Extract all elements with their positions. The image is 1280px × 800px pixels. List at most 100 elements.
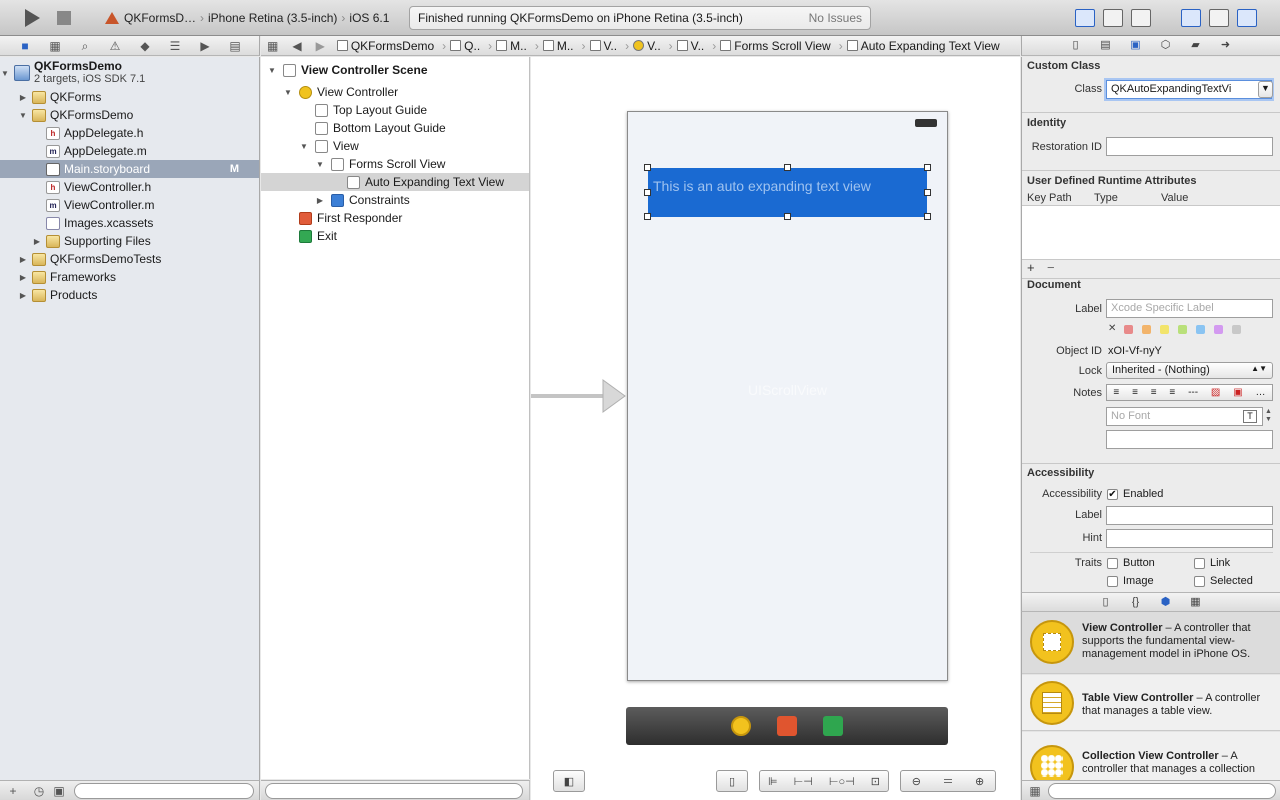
color-swatch[interactable] bbox=[1160, 325, 1169, 334]
breadcrumb-storyboard-base[interactable]: M.. bbox=[542, 39, 574, 53]
disclosure-closed-icon[interactable]: ▶ bbox=[18, 93, 28, 102]
library-item-view-controller[interactable]: View Controller – A controller that supp… bbox=[1022, 612, 1280, 674]
disclosure-closed-icon[interactable]: ▶ bbox=[18, 291, 28, 300]
navigator-item-frameworks[interactable]: ▶ Frameworks bbox=[0, 268, 259, 286]
key-path-column[interactable]: Key Path bbox=[1027, 192, 1072, 204]
attributes-inspector-icon[interactable]: ⬡ bbox=[1159, 39, 1172, 52]
search-navigator-icon[interactable]: ⌕ bbox=[78, 39, 92, 53]
accessibility-enabled-checkbox[interactable]: ✔ bbox=[1107, 489, 1118, 500]
clear-color-icon[interactable]: ✕ bbox=[1108, 323, 1116, 334]
resize-handle[interactable] bbox=[644, 164, 651, 171]
connections-inspector-icon[interactable]: ➜ bbox=[1219, 39, 1232, 52]
resize-handle[interactable] bbox=[644, 189, 651, 196]
outline-item-first-responder[interactable]: First Responder bbox=[261, 209, 529, 227]
trait-image-checkbox[interactable] bbox=[1107, 576, 1118, 587]
pin-icon[interactable]: ⊢⊣ bbox=[794, 775, 813, 788]
remove-attribute-button[interactable]: − bbox=[1047, 260, 1055, 275]
breadcrumb-storyboard[interactable]: M.. bbox=[496, 39, 527, 53]
navigator-item-viewcontroller-m[interactable]: m ViewController.m bbox=[0, 196, 259, 214]
breadcrumb-text-view[interactable]: Auto Expanding Text View bbox=[846, 39, 1000, 53]
related-items-icon[interactable]: ▦ bbox=[267, 39, 278, 53]
class-dropdown[interactable]: ▼ bbox=[1258, 81, 1273, 98]
navigator-item-appdelegate-m[interactable]: m AppDelegate.m bbox=[0, 142, 259, 160]
navigator-filter-field[interactable] bbox=[74, 783, 254, 799]
notes-text-area[interactable] bbox=[1106, 430, 1273, 449]
first-responder-icon[interactable] bbox=[777, 716, 797, 736]
background-color-icon[interactable]: ▣ bbox=[1233, 387, 1242, 398]
lock-popup[interactable]: Inherited - (Nothing) ▲▼ bbox=[1106, 362, 1273, 379]
navigator-item-qkformsdemo[interactable]: ▼ QKFormsDemo bbox=[0, 106, 259, 124]
outline-filter-field[interactable] bbox=[265, 783, 523, 799]
zoom-out-icon[interactable]: ⊖ bbox=[912, 775, 921, 788]
project-root-row[interactable]: ▼ QKFormsDemo 2 targets, iOS SDK 7.1 bbox=[0, 59, 259, 87]
align-right-icon[interactable]: ≡ bbox=[1151, 387, 1157, 398]
no-color-icon[interactable]: ▨ bbox=[1211, 387, 1220, 398]
color-swatch[interactable] bbox=[1124, 325, 1133, 334]
log-navigator-icon[interactable]: ▤ bbox=[228, 39, 242, 53]
media-library-icon[interactable]: ▦ bbox=[1189, 596, 1202, 609]
document-label-field[interactable]: Xcode Specific Label bbox=[1106, 299, 1273, 318]
breakpoint-navigator-icon[interactable]: ▶ bbox=[198, 39, 212, 53]
accessibility-label-field[interactable] bbox=[1106, 506, 1273, 525]
outline-item-scene[interactable]: ▼ View Controller Scene bbox=[261, 61, 529, 79]
trait-selected-checkbox[interactable] bbox=[1194, 576, 1205, 587]
color-swatch[interactable] bbox=[1214, 325, 1223, 334]
disclosure-open-icon[interactable]: ▼ bbox=[18, 111, 28, 120]
align-icon[interactable]: ⊫ bbox=[768, 775, 778, 788]
resize-handle[interactable] bbox=[924, 189, 931, 196]
outline-item-top-layout-guide[interactable]: Top Layout Guide bbox=[261, 101, 529, 119]
resize-handle[interactable] bbox=[924, 164, 931, 171]
navigator-item-images-xcassets[interactable]: Images.xcassets bbox=[0, 214, 259, 232]
forward-arrow-icon[interactable]: ▶ bbox=[316, 39, 325, 53]
back-arrow-icon[interactable]: ◀ bbox=[292, 39, 301, 53]
outline-item-exit[interactable]: Exit bbox=[261, 227, 529, 245]
disclosure-closed-icon[interactable]: ▶ bbox=[32, 237, 42, 246]
auto-expanding-text-view[interactable]: This is an auto expanding text view bbox=[644, 164, 931, 220]
object-library-icon[interactable]: ⬢ bbox=[1159, 596, 1172, 609]
version-editor-icon[interactable] bbox=[1131, 9, 1151, 27]
add-attribute-button[interactable]: + bbox=[1027, 260, 1035, 275]
font-picker-icon[interactable]: T bbox=[1243, 410, 1257, 423]
navigator-item-appdelegate-h[interactable]: h AppDelegate.h bbox=[0, 124, 259, 142]
breadcrumb-scroll-view[interactable]: Forms Scroll View bbox=[720, 39, 831, 53]
recent-files-icon[interactable]: ◷ bbox=[32, 784, 46, 798]
align-left-icon[interactable]: ≡ bbox=[1113, 387, 1119, 398]
breadcrumb-scene[interactable]: V.. bbox=[589, 39, 617, 53]
form-factor-button[interactable]: ▯ bbox=[716, 770, 748, 792]
resize-handle[interactable] bbox=[784, 164, 791, 171]
breadcrumb-folder[interactable]: Q.. bbox=[450, 39, 480, 53]
outline-item-auto-expanding-text-view[interactable]: Auto Expanding Text View bbox=[261, 173, 529, 191]
navigator-item-qkformsdemotests[interactable]: ▶ QKFormsDemoTests bbox=[0, 250, 259, 268]
more-icon[interactable]: … bbox=[1255, 387, 1265, 398]
file-template-library-icon[interactable]: ▯ bbox=[1099, 596, 1112, 609]
disclosure-open-icon[interactable]: ▼ bbox=[0, 69, 10, 78]
line-style-icon[interactable]: --- bbox=[1188, 387, 1198, 398]
resize-handle[interactable] bbox=[924, 213, 931, 220]
run-button[interactable] bbox=[22, 8, 42, 28]
disclosure-open-icon[interactable]: ▼ bbox=[299, 142, 309, 151]
outline-item-view[interactable]: ▼ View bbox=[261, 137, 529, 155]
color-swatch[interactable] bbox=[1142, 325, 1151, 334]
zoom-actual-icon[interactable]: ＝ bbox=[942, 773, 953, 789]
storyboard-canvas[interactable]: UIScrollView This is an auto expanding t… bbox=[531, 57, 1020, 800]
toggle-outline-button[interactable]: ◧ bbox=[553, 770, 585, 792]
grid-view-icon[interactable]: ▦ bbox=[1028, 784, 1042, 798]
color-swatch[interactable] bbox=[1232, 325, 1241, 334]
code-snippet-library-icon[interactable]: {} bbox=[1129, 596, 1142, 609]
project-navigator-icon[interactable]: ■ bbox=[18, 39, 32, 53]
scheme-selector[interactable]: QKFormsD… › iPhone Retina (3.5-inch) › i… bbox=[104, 9, 389, 27]
view-controller-icon[interactable] bbox=[731, 716, 751, 736]
align-center-icon[interactable]: ≡ bbox=[1132, 387, 1138, 398]
outline-item-bottom-layout-guide[interactable]: Bottom Layout Guide bbox=[261, 119, 529, 137]
quick-help-icon[interactable]: ▤ bbox=[1099, 39, 1112, 52]
outline-item-view-controller[interactable]: ▼ View Controller bbox=[261, 83, 529, 101]
symbol-navigator-icon[interactable]: ▦ bbox=[48, 39, 62, 53]
resizing-icon[interactable]: ⊡ bbox=[871, 775, 880, 788]
trait-button-checkbox[interactable] bbox=[1107, 558, 1118, 569]
disclosure-open-icon[interactable]: ▼ bbox=[283, 88, 293, 97]
navigator-item-qkforms[interactable]: ▶ QKForms bbox=[0, 88, 259, 106]
utilities-toggle-icon[interactable] bbox=[1237, 9, 1257, 27]
navigator-item-products[interactable]: ▶ Products bbox=[0, 286, 259, 304]
library-item-collection-view-controller[interactable]: Collection View Controller – A controlle… bbox=[1022, 732, 1280, 780]
runtime-attributes-table[interactable] bbox=[1022, 205, 1280, 260]
